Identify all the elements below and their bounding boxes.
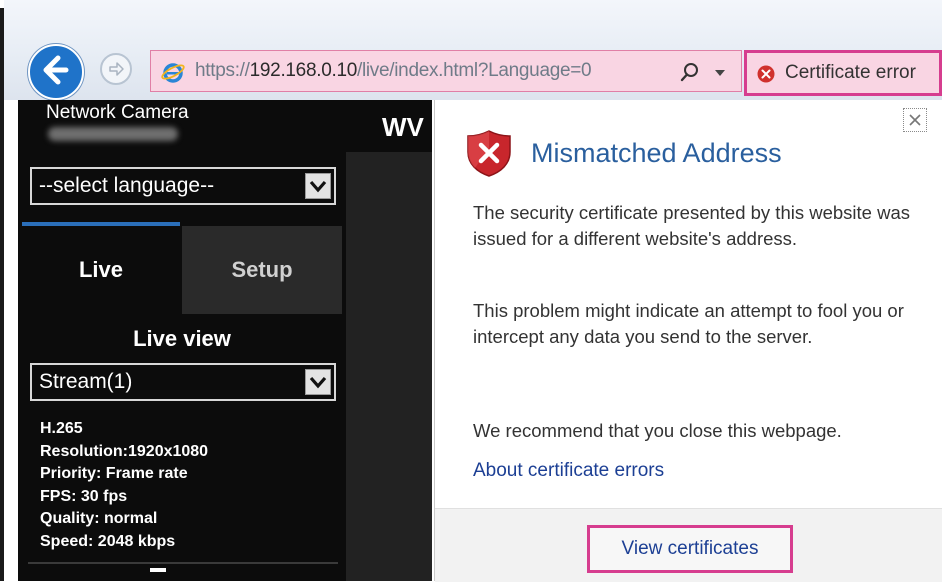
stream-priority: Priority: Frame rate [40, 465, 188, 482]
camera-header: WV [346, 100, 432, 152]
stream-select-value: Stream(1) [39, 370, 133, 393]
url-host: 192.168.0.10 [249, 60, 358, 81]
sidebar-bottom-glyph [150, 568, 166, 572]
certificate-error-label: Certificate error [785, 62, 916, 83]
tab-setup[interactable]: Setup [182, 226, 342, 314]
popup-title: Mismatched Address [531, 138, 782, 168]
internet-explorer-icon [161, 63, 185, 83]
forward-arrow-icon [109, 62, 124, 76]
browser-toolbar: https://192.168.0.10/live/index.html?Lan… [4, 0, 942, 100]
camera-title: Network Camera [46, 102, 189, 123]
address-bar[interactable]: https://192.168.0.10/live/index.html?Lan… [150, 50, 742, 92]
language-select[interactable]: --select language-- [30, 167, 336, 205]
url-text: https://192.168.0.10/live/index.html?Lan… [195, 60, 592, 81]
language-select-value: --select language-- [39, 174, 215, 197]
search-icon[interactable] [679, 61, 701, 83]
camera-header-title: WV [382, 112, 424, 142]
camera-page: Network Camera --select language-- Live … [18, 100, 432, 581]
stream-resolution: Resolution:1920x1080 [40, 442, 209, 460]
close-button[interactable] [903, 108, 927, 132]
tab-live[interactable]: Live [22, 226, 180, 314]
chevron-down-icon [309, 376, 327, 389]
forward-button[interactable] [100, 53, 132, 85]
view-certificates-button[interactable]: View certificates [587, 525, 793, 573]
stream-codec: H.265 [40, 420, 83, 437]
chevron-down-icon[interactable] [711, 61, 729, 83]
live-view-heading: Live view [133, 326, 231, 351]
certificate-error-button[interactable]: Certificate error [744, 50, 942, 96]
language-select-arrow[interactable] [305, 173, 331, 199]
chevron-down-icon [309, 180, 327, 193]
camera-sidebar: Network Camera --select language-- Live … [18, 100, 346, 581]
camera-model-redacted [48, 127, 178, 141]
popup-paragraph-2: This problem might indicate an attempt t… [473, 300, 904, 347]
stream-fps: FPS: 30 fps [40, 487, 128, 505]
sidebar-divider [28, 562, 338, 564]
certificate-error-popup: Mismatched Address The security certific… [434, 100, 942, 582]
error-x-icon [757, 65, 775, 83]
stream-info: H.265 Resolution:1920x1080 Priority: Fra… [40, 418, 208, 553]
stream-select[interactable]: Stream(1) [30, 363, 336, 401]
popup-paragraph-1: The security certificate presented by th… [473, 202, 910, 249]
back-arrow-icon [43, 55, 69, 85]
stream-select-arrow[interactable] [305, 369, 331, 395]
stream-speed: Speed: 2048 kbps [40, 532, 176, 550]
popup-footer: View certificates [435, 508, 942, 582]
back-button[interactable] [28, 44, 84, 100]
close-icon [909, 114, 921, 126]
stream-quality: Quality: normal [40, 510, 158, 527]
popup-paragraph-3: We recommend that you close this webpage… [473, 420, 842, 441]
shield-x-icon [467, 130, 511, 177]
about-certificate-errors-link[interactable]: About certificate errors [473, 460, 664, 482]
